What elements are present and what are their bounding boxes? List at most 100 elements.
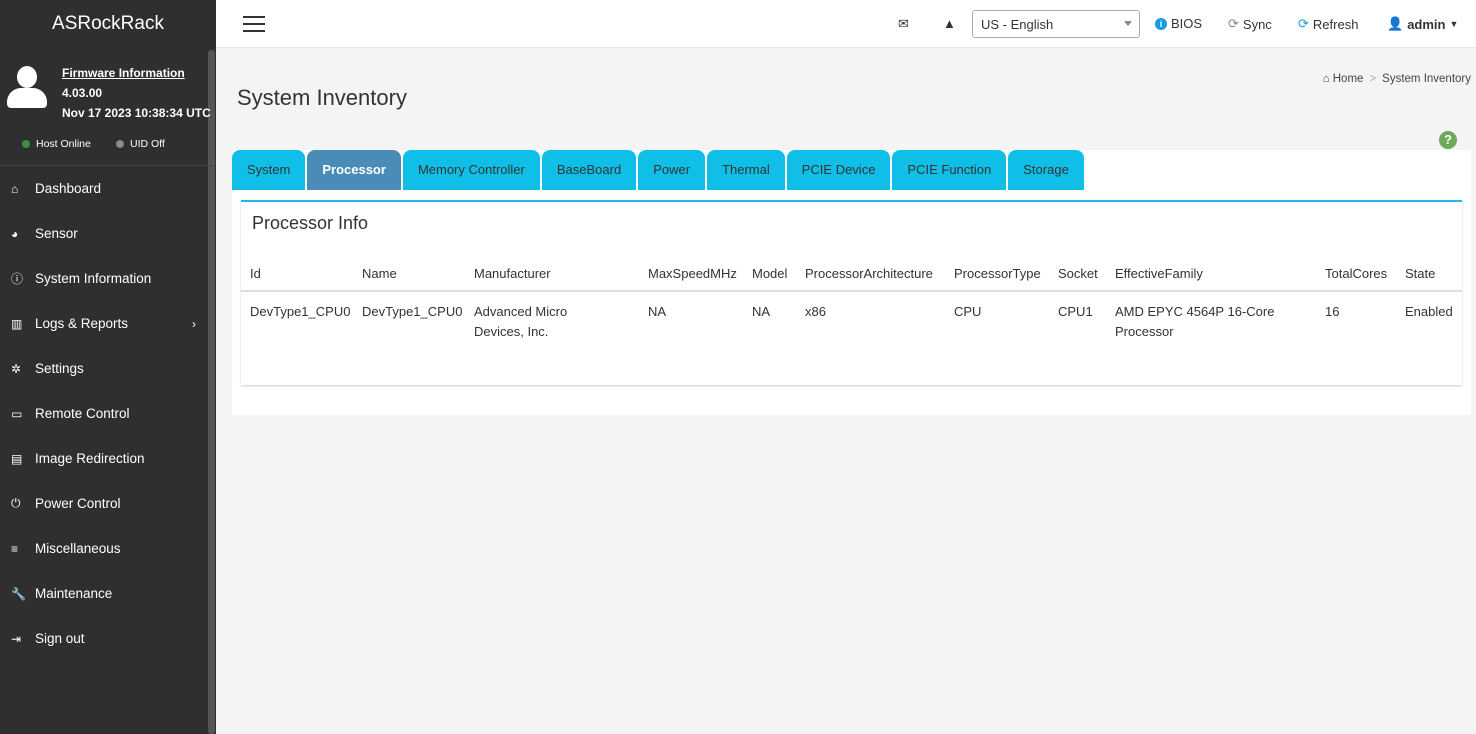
sidebar-item-miscellaneous[interactable]: ≡ Miscellaneous (0, 526, 216, 571)
firmware-information-link[interactable]: Firmware Information (62, 66, 185, 80)
section-title: Processor Info (252, 213, 369, 233)
sidebar-item-system-information[interactable]: ⓘ System Information (0, 256, 216, 301)
refresh-button[interactable]: ⟳ Refresh (1298, 16, 1358, 32)
sidebar-item-label: Remote Control (35, 406, 130, 421)
breadcrumb: ⌂ Home > System Inventory (1322, 73, 1471, 85)
sidebar-item-label: Sign out (35, 631, 85, 646)
tab-baseboard[interactable]: BaseBoard (541, 150, 637, 190)
user-menu[interactable]: 👤 admin ▼ (1387, 16, 1458, 32)
column-header[interactable]: State (1396, 258, 1462, 292)
table-row: DevType1_CPU0 DevType1_CPU0 Advanced Micro… (241, 291, 1462, 342)
sidebar-item-label: Logs & Reports (35, 316, 129, 331)
sidebar-item-dashboard[interactable]: ⌂ Dashboard (0, 166, 216, 211)
table-cell: DevType1_CPU0 (362, 304, 463, 319)
host-status-dot-icon (22, 140, 30, 148)
page-title: System Inventory (237, 85, 407, 110)
menu-toggle-icon[interactable] (243, 16, 265, 32)
column-header[interactable]: Name (353, 258, 465, 292)
info-icon: i (1155, 17, 1167, 30)
column-header[interactable]: Manufacturer (465, 258, 639, 292)
sidebar-item-remote-control[interactable]: ▭ Remote Control (0, 391, 216, 436)
sidebar-item-sensor[interactable]: ◕ Sensor (0, 211, 216, 256)
tab-power[interactable]: Power (638, 150, 706, 190)
column-header[interactable]: Id (241, 258, 353, 292)
alert-icon[interactable]: ▲ (943, 16, 956, 31)
refresh-label: Refresh (1312, 16, 1359, 32)
column-header[interactable]: Model (743, 258, 796, 292)
sidebar-item-power-control[interactable]: ⏻ Power Control (0, 481, 216, 526)
host-status: Host Online (22, 138, 91, 150)
table-cell: 16 (1325, 304, 1340, 319)
breadcrumb-home[interactable]: Home (1333, 73, 1364, 85)
column-header[interactable]: TotalCores (1316, 258, 1396, 292)
chart-icon: ▥ (11, 316, 23, 331)
gauge-icon: ◕ (11, 226, 19, 241)
table-cell: AMD EPYC 4564P 16-Core Processor (1115, 304, 1275, 339)
power-icon: ⏻ (11, 496, 21, 510)
tab-processor[interactable]: Processor (307, 150, 401, 190)
tab-system[interactable]: System (232, 150, 306, 190)
table-cell: Enabled (1405, 304, 1453, 319)
refresh-icon: ⟳ (1298, 16, 1309, 31)
column-header[interactable]: MaxSpeedMHz (639, 258, 743, 292)
host-status-label: Host Online (36, 138, 91, 150)
sidebar-item-logs-reports[interactable]: ▥ Logs & Reports › (0, 301, 216, 346)
inventory-tabs: System Processor Memory Controller BaseBoar… (232, 150, 1084, 190)
sync-button[interactable]: ⟳ Sync (1228, 16, 1272, 32)
tab-pcie-device[interactable]: PCIE Device (786, 150, 891, 190)
brand-logo: ASRockRack (52, 13, 164, 34)
table-cell: CPU1 (1058, 304, 1093, 319)
sidebar-item-label: Maintenance (35, 586, 113, 601)
sidebar-item-label: Miscellaneous (35, 541, 121, 556)
sidebar-item-label: Power Control (35, 496, 121, 511)
sidebar-item-label: System Information (35, 271, 152, 286)
tab-thermal[interactable]: Thermal (707, 150, 785, 190)
mail-icon[interactable]: ✉ (898, 16, 909, 32)
language-select[interactable]: US - English (972, 10, 1140, 38)
table-cell: x86 (805, 304, 826, 319)
column-header[interactable]: ProcessorType (945, 258, 1049, 292)
sidebar-item-label: Settings (35, 361, 84, 376)
tab-memory-controller[interactable]: Memory Controller (402, 150, 540, 190)
user-avatar-icon (7, 66, 47, 110)
table-cell: NA (752, 304, 771, 319)
language-value: US - English (981, 17, 1054, 32)
sidebar: ASRockRack Firmware Information 4.03.00 … (0, 0, 216, 734)
column-header[interactable]: Socket (1049, 258, 1106, 292)
chevron-right-icon: › (192, 316, 196, 331)
sidebar-item-label: Image Redirection (35, 451, 145, 466)
column-header[interactable]: ProcessorArchitecture (796, 258, 945, 292)
help-icon[interactable]: ? (1439, 131, 1457, 149)
processor-table: Id Name Manufacturer MaxSpeedMHz Model Proces… (241, 258, 1462, 342)
sidebar-item-label: Dashboard (35, 181, 102, 196)
monitor-icon: ▭ (11, 406, 23, 421)
sidebar-item-label: Sensor (35, 226, 78, 241)
user-label: admin (1407, 16, 1446, 32)
sidebar-item-image-redirection[interactable]: ▤ Image Redirection (0, 436, 216, 481)
top-header: ✉ ▲ US - English i BIOS ⟳ Sync ⟳ Refresh 👤 a… (216, 0, 1476, 48)
bios-button[interactable]: i BIOS (1155, 16, 1202, 31)
sidebar-item-sign-out[interactable]: ⇥ Sign out (0, 616, 216, 661)
dropdown-arrow-icon (1124, 21, 1132, 30)
inventory-panel: System Processor Memory Controller BaseBoar… (232, 150, 1471, 415)
breadcrumb-current: System Inventory (1382, 73, 1471, 85)
sidebar-item-maintenance[interactable]: 🔧 Maintenance (0, 571, 216, 616)
column-header[interactable]: EffectiveFamily (1106, 258, 1316, 292)
processor-info-box: Processor Info Id Name Manufacturer MaxSpee… (241, 200, 1462, 385)
firmware-date: Nov 17 2023 10:38:34 UTC (62, 106, 211, 120)
signout-icon: ⇥ (11, 631, 22, 646)
caret-down-icon: ▼ (1449, 19, 1459, 29)
profile-panel: Firmware Information 4.03.00 Nov 17 2023… (0, 48, 216, 166)
drive-icon: ▤ (11, 451, 23, 466)
uid-status: UID Off (116, 138, 165, 150)
list-icon: ≡ (11, 541, 19, 556)
sync-icon: ⟳ (1228, 16, 1239, 31)
uid-status-label: UID Off (130, 138, 165, 150)
tab-storage[interactable]: Storage (1008, 150, 1084, 190)
uid-status-dot-icon (116, 140, 124, 148)
info-icon: ⓘ (11, 272, 24, 286)
table-cell: DevType1_CPU0 (250, 304, 351, 319)
sidebar-item-settings[interactable]: ✲ Settings (0, 346, 216, 391)
tab-pcie-function[interactable]: PCIE Function (892, 150, 1007, 190)
gear-icon: ✲ (11, 361, 22, 376)
